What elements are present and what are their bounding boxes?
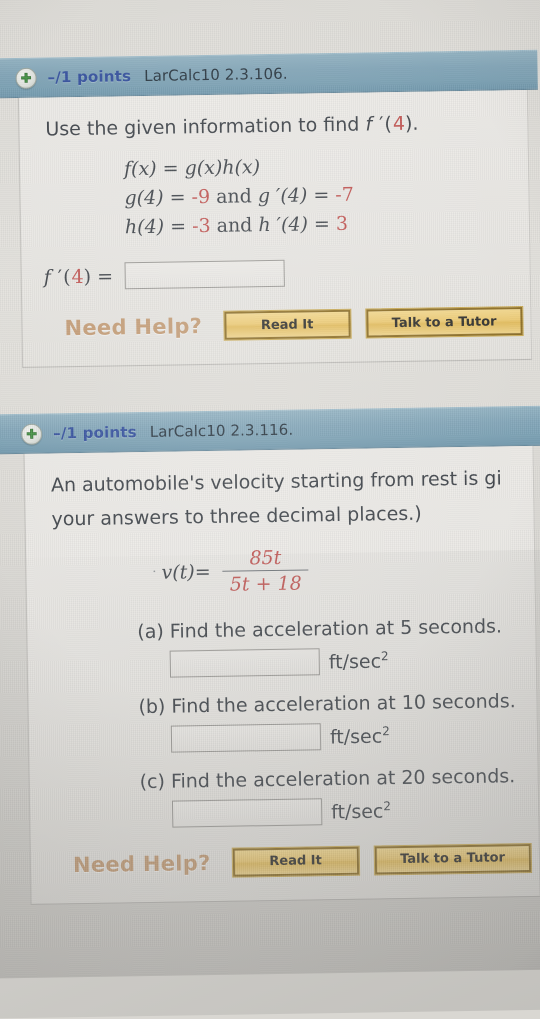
prompt-lead: Use the given information to find (45, 113, 366, 141)
velocity-formula: · v(t) = 85t 5t + 18 (26, 529, 535, 605)
need-help-label-1: Need Help? (64, 314, 203, 341)
given-lhs-2: g(4) (124, 186, 164, 210)
given-eq-1: = (156, 157, 185, 181)
answer-label-prime: ′( (50, 265, 72, 289)
points-label-1: –/1 points (47, 67, 132, 87)
given-rhs2-3: 3 (335, 212, 349, 236)
formula-bullet: · (152, 565, 157, 581)
given-eq-3: = (163, 215, 193, 238)
given-rhs-2: -9 (191, 186, 211, 209)
given-eq-2: = (163, 186, 192, 209)
page-top-margin (0, 0, 537, 58)
given-conj-2: and (209, 185, 259, 209)
fraction-denominator: 5t + 18 (222, 569, 309, 596)
talk-to-tutor-button-1[interactable]: Talk to a Tutor (364, 306, 524, 339)
given-eq2-2: = (307, 184, 336, 207)
plus-icon[interactable] (15, 67, 37, 89)
given-lhs2-2: g ′(4) (257, 184, 308, 208)
given-conj-3: and (210, 214, 259, 238)
need-help-row-2: Need Help? Read It Talk to a Tutor (30, 822, 539, 884)
answer-input-a[interactable] (169, 648, 321, 678)
answer-input-1[interactable] (124, 259, 286, 290)
unit-base-c: ft/sec (330, 800, 384, 824)
question-id-2: LarCalc10 2.3.116. (149, 420, 294, 441)
problem-body-2: An automobile's velocity starting from r… (23, 445, 540, 905)
given-line-3: h(4) = -3 and h ′(4) = 3 (125, 207, 529, 242)
unit-base-b: ft/sec (329, 725, 383, 749)
read-it-button-2[interactable]: Read It (231, 845, 360, 878)
read-it-button-1[interactable]: Read It (222, 308, 352, 341)
given-rhs2-2: -7 (335, 184, 355, 207)
fraction-numerator: 85t (249, 546, 282, 570)
problem-body-1: Use the given information to find f ′(4)… (17, 89, 533, 368)
prompt-arg: 4 (392, 112, 406, 136)
given-lhs-3: h(4) (124, 215, 165, 239)
answer-label-tail: ) = (83, 265, 114, 288)
given-lhs2-3: h ′(4) (258, 213, 309, 237)
plus-icon[interactable] (21, 423, 43, 445)
unit-base-a: ft/sec (328, 650, 382, 674)
photographed-screen: –/1 points LarCalc10 2.3.106. Use the gi… (0, 0, 540, 1019)
unit-label-c: ft/sec2 (331, 799, 391, 823)
unit-exponent-a: 2 (380, 649, 389, 664)
points-label-2: –/1 points (53, 423, 137, 443)
unit-exponent-b: 2 (382, 723, 390, 739)
answer-label-arg: 4 (71, 265, 84, 288)
given-rhs-1: g(x)h(x) (184, 156, 261, 180)
answer-label-1: f ′(4) = (44, 265, 114, 288)
prompt-tail: ). (404, 112, 419, 135)
answer-input-c[interactable] (171, 798, 323, 828)
unit-exponent-c: 2 (383, 798, 392, 814)
formula-lhs: v(t) (161, 561, 195, 584)
subquestion-b-label: (b) Find the acceleration at 10 seconds. (138, 690, 516, 719)
assignment-page: –/1 points LarCalc10 2.3.106. Use the gi… (0, 0, 540, 905)
subquestion-c-label: (c) Find the acceleration at 20 seconds. (139, 765, 516, 794)
talk-to-tutor-button-2[interactable]: Talk to a Tutor (373, 842, 532, 876)
subquestion-a-label: (a) Find the acceleration at 5 seconds. (137, 615, 503, 644)
unit-label-b: ft/sec2 (330, 724, 390, 748)
unit-label-a: ft/sec2 (329, 649, 389, 673)
formula-fraction: 85t 5t + 18 (222, 546, 309, 596)
given-information-1: f(x) = g(x)h(x) g(4) = -9 and g ′(4) = -… (20, 139, 530, 248)
question-id-1: LarCalc10 2.3.106. (144, 64, 288, 85)
prompt-prime: ′( (371, 113, 394, 136)
need-help-row-1: Need Help? Read It Talk to a Tutor (22, 285, 531, 347)
answer-input-b[interactable] (170, 723, 322, 753)
given-eq2-3: = (307, 213, 337, 236)
answer-row-1: f ′(4) = (21, 240, 530, 293)
need-help-label-2: Need Help? (72, 850, 211, 878)
formula-equals: = (194, 560, 211, 584)
given-lhs-1: f(x) (123, 158, 157, 181)
given-rhs-3: -3 (191, 215, 211, 238)
